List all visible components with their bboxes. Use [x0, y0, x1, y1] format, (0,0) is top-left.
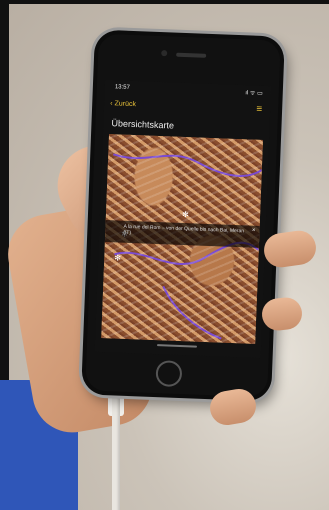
route-info-text: A la rue del Rom – von der Quelle bis na… [123, 223, 245, 237]
edelweiss-marker-3[interactable]: ✻ [114, 253, 122, 262]
earpiece-speaker [176, 52, 207, 58]
front-camera [161, 50, 168, 57]
charging-cable [112, 395, 120, 510]
route-line-a [112, 153, 263, 178]
home-indicator [156, 344, 198, 348]
finger-2 [260, 295, 304, 333]
back-label: Zurück [114, 100, 137, 109]
phone: 13:57 ıl ᯤ ▭ ‹ Zurück ≡ Übersichtskarte [81, 29, 285, 402]
app-screen: 13:57 ıl ᯤ ▭ ‹ Zurück ≡ Übersichtskarte [94, 79, 272, 359]
status-time: 13:57 [114, 84, 130, 91]
close-icon[interactable]: × [252, 228, 256, 234]
hamburger-icon[interactable]: ≡ [256, 104, 262, 115]
route-line-c [162, 285, 222, 340]
phone-front: 13:57 ıl ᯤ ▭ ‹ Zurück ≡ Übersichtskarte [85, 33, 281, 398]
chevron-left-icon: ‹ [110, 100, 113, 108]
frame-edge-top [0, 0, 329, 4]
back-button[interactable]: ‹ Zurück [110, 100, 136, 108]
status-icons: ıl ᯤ ▭ [245, 90, 263, 97]
home-button[interactable] [155, 360, 183, 388]
photo-background: 13:57 ıl ᯤ ▭ ‹ Zurück ≡ Übersichtskarte [0, 0, 329, 510]
page-title: Übersichtskarte [111, 118, 175, 131]
edelweiss-marker-1[interactable]: ✻ [182, 210, 190, 219]
